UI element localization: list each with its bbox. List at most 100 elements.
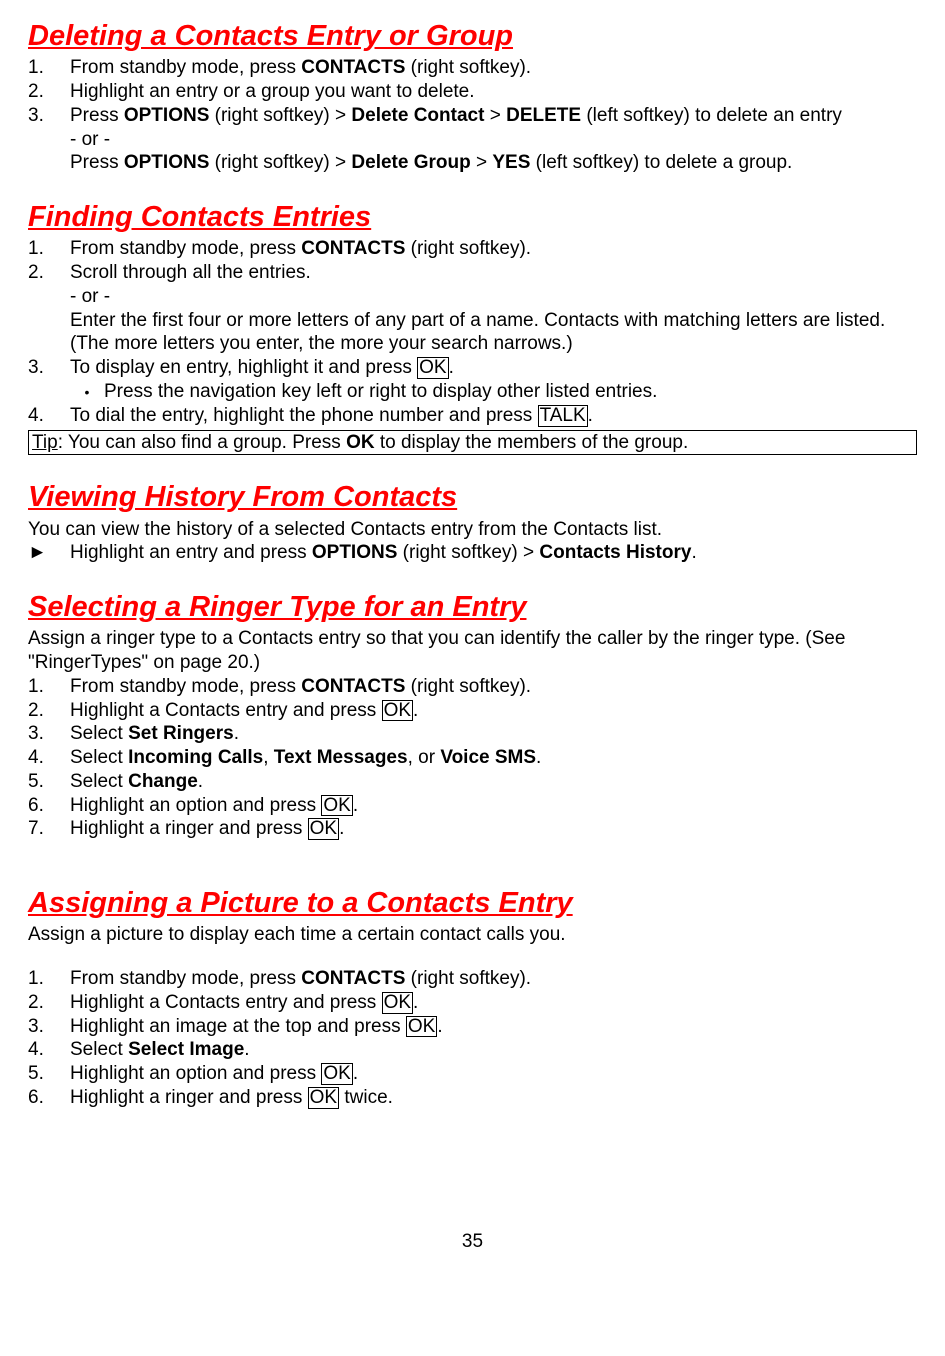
section-heading-finding: Finding Contacts Entries: [28, 199, 917, 235]
box-key: OK: [321, 795, 352, 817]
bold-key: Delete Group: [351, 152, 470, 173]
text: Select: [70, 723, 128, 744]
bold-key: Delete Contact: [351, 105, 484, 126]
step-body: Highlight an entry and press OPTIONS (ri…: [70, 541, 697, 565]
box-key: OK: [308, 818, 339, 840]
text: (right softkey) >: [209, 105, 351, 126]
text: (right softkey).: [405, 676, 531, 697]
box-key: OK: [382, 700, 413, 722]
step-body: To dial the entry, highlight the phone n…: [70, 404, 917, 428]
step-number: 3.: [28, 104, 70, 128]
step-number: 3.: [28, 356, 70, 380]
text: - or -: [70, 285, 917, 309]
text: (left softkey) to delete a group.: [530, 152, 792, 173]
text: .: [413, 992, 418, 1013]
step-body: Highlight an image at the top and press …: [70, 1015, 917, 1039]
step-number: 1.: [28, 967, 70, 991]
step-body: Select Select Image.: [70, 1038, 917, 1062]
text: .: [413, 700, 418, 721]
text: Highlight an option and press: [70, 795, 321, 816]
text: .: [449, 357, 454, 378]
bold-key: DELETE: [506, 105, 581, 126]
bold-key: Change: [128, 771, 198, 792]
bullet-icon: •: [70, 380, 104, 404]
text: .: [588, 405, 593, 426]
step-number: 1.: [28, 237, 70, 261]
bold-key: Incoming Calls: [128, 747, 263, 768]
step-body: From standby mode, press CONTACTS (right…: [70, 56, 917, 80]
step-body: Select Change.: [70, 770, 917, 794]
step-body: From standby mode, press CONTACTS (right…: [70, 675, 917, 699]
step-body: To display en entry, highlight it and pr…: [70, 356, 917, 380]
step-body: Highlight an entry or a group you want t…: [70, 80, 917, 104]
text: - or -: [70, 128, 917, 152]
step-body: Select Incoming Calls, Text Messages, or…: [70, 746, 917, 770]
box-key: TALK: [538, 405, 588, 427]
section-heading-picture: Assigning a Picture to a Contacts Entry: [28, 885, 917, 921]
bold-key: Set Ringers: [128, 723, 234, 744]
step-number: 2.: [28, 80, 70, 104]
finding-steps-3: 4. To dial the entry, highlight the phon…: [28, 404, 917, 428]
step-number: 3.: [28, 722, 70, 746]
step-body: Highlight a ringer and press OK twice.: [70, 1086, 917, 1110]
bold-key: Contacts History: [539, 542, 691, 563]
text: Select: [70, 747, 128, 768]
step-body: Press OPTIONS (right softkey) > Delete C…: [70, 104, 917, 175]
step-body-continuation: - or - Enter the first four or more lett…: [28, 285, 917, 356]
text: .: [339, 818, 344, 839]
step-number: 5.: [28, 1062, 70, 1086]
text: Press: [70, 152, 124, 173]
text: .: [234, 723, 239, 744]
step-number: 4.: [28, 404, 70, 428]
bold-key: OPTIONS: [124, 152, 210, 173]
picture-steps: 1. From standby mode, press CONTACTS (ri…: [28, 967, 917, 1110]
intro-text: Assign a picture to display each time a …: [28, 923, 917, 947]
box-key: OK: [417, 357, 448, 379]
step-number: 6.: [28, 794, 70, 818]
text: (right softkey) >: [397, 542, 539, 563]
box-key: OK: [308, 1087, 339, 1109]
step-number: 2.: [28, 261, 70, 285]
step-body: Highlight a ringer and press OK.: [70, 817, 917, 841]
bold-key: OPTIONS: [312, 542, 398, 563]
step-body: Highlight an option and press OK.: [70, 794, 917, 818]
ringer-steps: 1. From standby mode, press CONTACTS (ri…: [28, 675, 917, 841]
bold-key: Text Messages: [274, 747, 408, 768]
text: Select: [70, 771, 128, 792]
step-number: 2.: [28, 991, 70, 1015]
section-heading-history: Viewing History From Contacts: [28, 479, 917, 515]
text: .: [437, 1016, 442, 1037]
tip-label: Tip: [32, 432, 58, 453]
page-number: 35: [28, 1230, 917, 1254]
section-heading-ringer: Selecting a Ringer Type for an Entry: [28, 589, 917, 625]
text: : You can also find a group. Press: [58, 432, 346, 453]
bold-key: Select Image: [128, 1039, 244, 1060]
text: From standby mode, press: [70, 57, 301, 78]
text: .: [691, 542, 696, 563]
step-number: 3.: [28, 1015, 70, 1039]
step-body: Scroll through all the entries.: [70, 261, 917, 285]
step-number: 6.: [28, 1086, 70, 1110]
tip-box: Tip: You can also find a group. Press OK…: [28, 430, 917, 456]
step-number: 7.: [28, 817, 70, 841]
step-body: Highlight a Contacts entry and press OK.: [70, 699, 917, 723]
text: Highlight a Contacts entry and press: [70, 992, 382, 1013]
text: To display en entry, highlight it and pr…: [70, 357, 417, 378]
text: From standby mode, press: [70, 676, 301, 697]
bold-key: YES: [492, 152, 530, 173]
step-number: 4.: [28, 746, 70, 770]
text: (right softkey) >: [209, 152, 351, 173]
text: Highlight an entry or a group you want t…: [70, 80, 917, 104]
section-heading-deleting: Deleting a Contacts Entry or Group: [28, 18, 917, 54]
text: (right softkey).: [405, 968, 531, 989]
text: to display the members of the group.: [375, 432, 689, 453]
finding-steps: 1. From standby mode, press CONTACTS (ri…: [28, 237, 917, 285]
text: .: [353, 795, 358, 816]
text: Highlight a ringer and press: [70, 818, 308, 839]
step-number: 5.: [28, 770, 70, 794]
arrow-icon: ►: [28, 541, 70, 565]
bold-key: CONTACTS: [301, 57, 405, 78]
text: Highlight a Contacts entry and press: [70, 700, 382, 721]
step-body: Highlight an option and press OK.: [70, 1062, 917, 1086]
text: .: [198, 771, 203, 792]
